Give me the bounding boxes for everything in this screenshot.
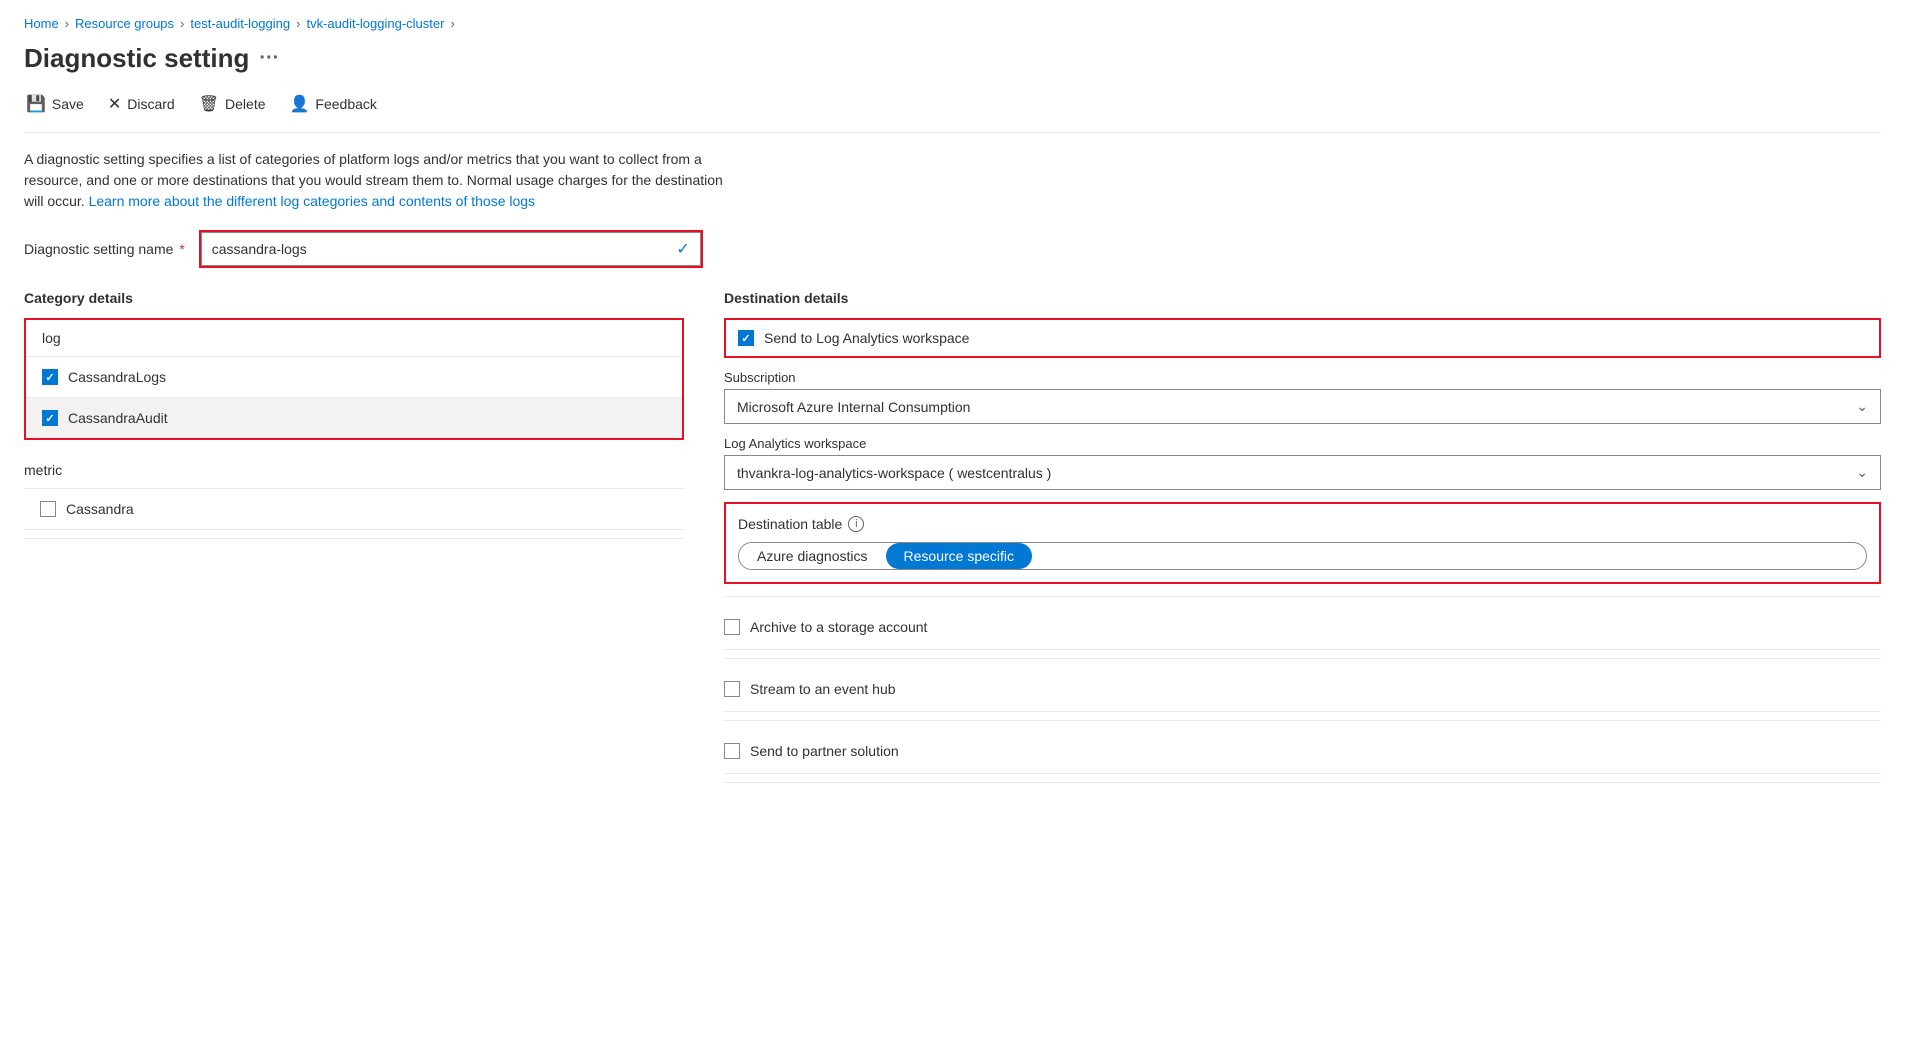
subscription-dropdown[interactable]: Microsoft Azure Internal Consumption ⌄ bbox=[724, 389, 1881, 424]
archive-storage-label: Archive to a storage account bbox=[750, 619, 927, 635]
subscription-value: Microsoft Azure Internal Consumption bbox=[737, 399, 970, 415]
category-details-panel: Category details log CassandraLogs Cassa… bbox=[24, 290, 684, 547]
category-details-title: Category details bbox=[24, 290, 684, 306]
save-icon: 💾 bbox=[26, 94, 46, 114]
send-to-log-analytics-checkbox[interactable] bbox=[738, 330, 754, 346]
log-group-label: log bbox=[26, 320, 682, 357]
destination-table-info-icon[interactable]: i bbox=[848, 516, 864, 532]
partner-solution-label: Send to partner solution bbox=[750, 743, 899, 759]
destination-details-title: Destination details bbox=[724, 290, 1881, 306]
save-button[interactable]: 💾 Save bbox=[24, 90, 86, 118]
dest-divider-2 bbox=[724, 658, 1881, 659]
page-title: Diagnostic setting bbox=[24, 43, 249, 74]
log-category-box: log CassandraLogs CassandraAudit bbox=[24, 318, 684, 440]
archive-storage-row: Archive to a storage account bbox=[724, 605, 1881, 650]
cassandra-metric-label: Cassandra bbox=[66, 501, 134, 517]
archive-storage-checkbox[interactable] bbox=[724, 619, 740, 635]
main-content: Category details log CassandraLogs Cassa… bbox=[24, 290, 1881, 791]
stream-event-hub-row: Stream to an event hub bbox=[724, 667, 1881, 712]
dest-divider-3 bbox=[724, 720, 1881, 721]
log-analytics-workspace-value: thvankra-log-analytics-workspace ( westc… bbox=[737, 465, 1051, 481]
stream-event-hub-checkbox[interactable] bbox=[724, 681, 740, 697]
send-to-log-analytics-row: Send to Log Analytics workspace bbox=[724, 318, 1881, 358]
metric-divider bbox=[24, 538, 684, 539]
send-to-log-analytics-label: Send to Log Analytics workspace bbox=[764, 330, 969, 346]
cassandra-metric-row: Cassandra bbox=[24, 489, 684, 530]
cassandra-audit-row: CassandraAudit bbox=[26, 398, 682, 438]
validation-check-icon: ✓ bbox=[676, 239, 689, 259]
destination-table-box: Destination table i Azure diagnostics Re… bbox=[724, 502, 1881, 584]
feedback-button[interactable]: 👤 Feedback bbox=[288, 90, 379, 118]
log-analytics-workspace-dropdown[interactable]: thvankra-log-analytics-workspace ( westc… bbox=[724, 455, 1881, 490]
delete-button[interactable]: 🗑 Delete bbox=[197, 90, 268, 118]
setting-name-row: Diagnostic setting name * ✓ bbox=[24, 232, 1881, 266]
log-analytics-workspace-dropdown-arrow: ⌄ bbox=[1856, 464, 1868, 481]
toolbar: 💾 Save ✕ Discard 🗑 Delete 👤 Feedback bbox=[24, 90, 1881, 133]
metric-section: metric Cassandra bbox=[24, 452, 684, 539]
dest-divider-4 bbox=[724, 782, 1881, 783]
breadcrumb-test-audit-logging[interactable]: test-audit-logging bbox=[190, 16, 290, 31]
log-analytics-workspace-field-group: Log Analytics workspace thvankra-log-ana… bbox=[724, 436, 1881, 490]
resource-specific-option[interactable]: Resource specific bbox=[886, 543, 1033, 569]
breadcrumb-tvk-cluster[interactable]: tvk-audit-logging-cluster bbox=[306, 16, 444, 31]
breadcrumb-resource-groups[interactable]: Resource groups bbox=[75, 16, 174, 31]
setting-name-field[interactable]: ✓ bbox=[201, 232, 701, 266]
dest-divider-1 bbox=[724, 596, 1881, 597]
destination-table-label: Destination table i bbox=[738, 516, 1867, 532]
cassandra-audit-checkbox[interactable] bbox=[42, 410, 58, 426]
cassandra-metric-checkbox[interactable] bbox=[40, 501, 56, 517]
cassandra-audit-label: CassandraAudit bbox=[68, 410, 168, 426]
subscription-label: Subscription bbox=[724, 370, 1881, 385]
breadcrumb-home[interactable]: Home bbox=[24, 16, 59, 31]
delete-icon: 🗑 bbox=[199, 94, 219, 114]
partner-solution-row: Send to partner solution bbox=[724, 729, 1881, 774]
cassandra-logs-checkbox[interactable] bbox=[42, 369, 58, 385]
page-header: Diagnostic setting ··· bbox=[24, 43, 1881, 74]
description-text: A diagnostic setting specifies a list of… bbox=[24, 149, 724, 212]
setting-name-label: Diagnostic setting name * bbox=[24, 241, 185, 257]
discard-icon: ✕ bbox=[108, 94, 121, 114]
cassandra-logs-label: CassandraLogs bbox=[68, 369, 166, 385]
learn-more-link[interactable]: Learn more about the different log categ… bbox=[89, 193, 535, 209]
more-options-icon[interactable]: ··· bbox=[259, 47, 279, 70]
destination-table-options: Azure diagnostics Resource specific bbox=[738, 542, 1867, 570]
log-analytics-workspace-label: Log Analytics workspace bbox=[724, 436, 1881, 451]
subscription-dropdown-arrow: ⌄ bbox=[1856, 398, 1868, 415]
subscription-field-group: Subscription Microsoft Azure Internal Co… bbox=[724, 370, 1881, 424]
destination-details-panel: Destination details Send to Log Analytic… bbox=[724, 290, 1881, 791]
breadcrumb: Home › Resource groups › test-audit-logg… bbox=[24, 16, 1881, 31]
stream-event-hub-label: Stream to an event hub bbox=[750, 681, 896, 697]
partner-solution-checkbox[interactable] bbox=[724, 743, 740, 759]
setting-name-input[interactable] bbox=[212, 241, 677, 257]
feedback-icon: 👤 bbox=[290, 94, 310, 114]
azure-diagnostics-option[interactable]: Azure diagnostics bbox=[739, 543, 886, 569]
discard-button[interactable]: ✕ Discard bbox=[106, 90, 177, 118]
metric-group-label: metric bbox=[24, 452, 684, 489]
cassandra-logs-row: CassandraLogs bbox=[26, 357, 682, 398]
